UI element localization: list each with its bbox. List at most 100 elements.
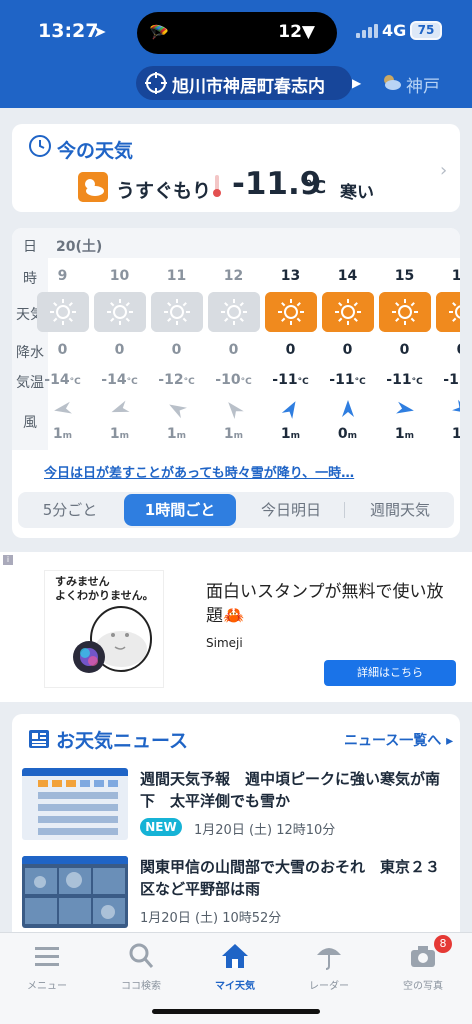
current-weather-title: 今の天気	[57, 140, 134, 162]
hour-column[interactable]: 10 0 -14°C 1m	[91, 228, 148, 450]
wind-direction-icon	[342, 400, 354, 417]
temperature-value: -11	[329, 372, 355, 388]
location-selector[interactable]: 旭川市神居町春志内	[136, 66, 352, 100]
hour-column[interactable]: 9 0 -14°C 1m	[34, 228, 91, 450]
hour-column[interactable]: 13 0 -11°C 1m	[262, 228, 319, 450]
hour-column[interactable]: 16 0 -12°C 1m	[433, 228, 460, 450]
hour-column[interactable]: 15 0 -11°C 1m	[376, 228, 433, 450]
ad-details-button[interactable]: 詳細はこちら	[324, 660, 456, 686]
wind-direction-icon	[281, 401, 296, 419]
wind-speed-unit: m	[290, 431, 301, 441]
hour-column[interactable]: 14 0 -11°C 0m	[319, 228, 376, 450]
news-section-title: お天気ニュース	[56, 730, 189, 752]
ad-brand: Simeji	[206, 636, 243, 650]
wind-speed-value: 1	[223, 426, 234, 442]
temperature-value: -11	[386, 372, 412, 388]
forecast-interval-tabs: 5分ごと 1時間ごと 今日明日 週間天気	[18, 492, 454, 528]
precipitation-value: 0	[57, 342, 68, 358]
wind-speed-unit: m	[233, 431, 244, 441]
news-date: 1月20日 (土) 10時52分	[140, 911, 282, 926]
thermometer-icon	[213, 175, 221, 197]
wind-speed-value: 0	[337, 426, 348, 442]
sun-icon	[265, 292, 317, 332]
hour-column[interactable]: 11 0 -12°C 1m	[148, 228, 205, 450]
camera-icon	[411, 946, 435, 967]
current-location-icon	[145, 72, 167, 94]
sun-icon	[208, 292, 260, 332]
tab-my-weather[interactable]: マイ天気	[190, 939, 280, 992]
wind-speed-unit: m	[347, 431, 358, 441]
location-name: 旭川市神居町春志内	[172, 77, 325, 97]
hour-label: 15	[394, 268, 415, 284]
tab-label: メニュー	[27, 981, 67, 992]
wind-speed-unit: m	[119, 431, 130, 441]
temperature-cell: -11°C	[262, 372, 319, 388]
precipitation-value: 0	[433, 342, 460, 358]
ad-title[interactable]: 面白いスタンプが無料で使い放題🦀	[206, 580, 446, 628]
wind-speed-value: 1	[52, 426, 63, 442]
news-thumbnail	[22, 768, 128, 840]
temperature-unit: °C	[411, 377, 423, 387]
umbrella-icon	[317, 948, 341, 970]
tab-menu[interactable]: メニュー	[2, 939, 92, 992]
sun-cloud-icon	[384, 75, 401, 90]
forecast-summary-link[interactable]: 今日は日が差すことがあっても時々雪が降り、一時…	[44, 462, 354, 481]
news-list-link[interactable]: ニュース一覧へ ▸	[344, 730, 453, 750]
hour-column[interactable]: 12 0 -10°C 1m	[205, 228, 262, 450]
sun-icon	[94, 292, 146, 332]
wind-speed-value: 1	[166, 426, 177, 442]
wind-speed-value: 1	[109, 426, 120, 442]
wind-speed-value: 1	[280, 426, 291, 442]
news-item[interactable]: 週間天気予報 週中頃ピークに強い寒気が南下 太平洋側でも雪か NEW 1月20日…	[22, 768, 452, 848]
newspaper-icon	[29, 730, 49, 748]
temperature-unit: °C	[297, 377, 309, 387]
wind-direction-icon	[452, 399, 460, 414]
temperature-unit: °C	[183, 377, 195, 387]
wind-direction-icon	[54, 401, 72, 414]
next-location-icon[interactable]: ▶	[352, 76, 361, 90]
precipitation-value: 0	[171, 342, 182, 358]
temperature-cell: -14°C	[34, 372, 91, 388]
wind-speed-cell: 1m	[262, 426, 319, 442]
dynamic-island: 🪂 12▼	[137, 12, 337, 54]
wind-direction-icon	[228, 402, 244, 419]
current-weather-card[interactable]: 今の天気 うすぐもり -11.9 °C 寒い ›	[12, 124, 460, 212]
ad-info-icon[interactable]: i	[3, 555, 13, 565]
temperature-cell: -12°C	[148, 372, 205, 388]
precipitation-value: 0	[114, 342, 125, 358]
sun-icon	[436, 292, 460, 332]
other-location[interactable]: 神戸	[406, 72, 440, 97]
wind-direction-icon	[111, 400, 130, 413]
clock-icon	[29, 135, 51, 157]
temperature-cell: -10°C	[205, 372, 262, 388]
temperature-unit: °C	[354, 377, 366, 387]
partly-cloudy-icon	[78, 172, 108, 202]
wind-direction-icon	[169, 404, 187, 419]
precipitation-value: 0	[285, 342, 296, 358]
sun-icon	[151, 292, 203, 332]
temperature-cell: -11°C	[376, 372, 433, 388]
tab-weekly[interactable]: 週間天気	[346, 492, 454, 528]
feels-like-text: 寒い	[340, 183, 374, 203]
ad-banner[interactable]: i すみません よくわかりません。 面白いスタンプが無料で使い放題🦀 Simej…	[0, 552, 472, 702]
home-icon	[222, 944, 248, 968]
wind-speed-cell: 1m	[34, 426, 91, 442]
ad-image-quote: すみません よくわかりません。	[55, 575, 154, 602]
wind-speed-cell: 1m	[148, 426, 205, 442]
tab-radar[interactable]: レーダー	[284, 939, 374, 992]
tab-today-tomorrow[interactable]: 今日明日	[238, 492, 344, 528]
tab-sky-photos[interactable]: 8 空の写真	[378, 935, 468, 992]
chevron-right-icon: ›	[440, 160, 448, 181]
tab-hourly[interactable]: 1時間ごと	[124, 494, 236, 526]
ad-image[interactable]: すみません よくわかりません。	[44, 570, 164, 688]
tab-5min[interactable]: 5分ごと	[18, 492, 122, 528]
tab-label: レーダー	[309, 981, 349, 992]
temperature-cell: -11°C	[319, 372, 376, 388]
notification-badge: 8	[434, 935, 452, 953]
sun-icon	[37, 292, 89, 332]
tab-search[interactable]: ココ検索	[96, 939, 186, 992]
temperature-unit: °C	[240, 377, 252, 387]
news-item[interactable]: 関東甲信の山間部で大雪のおそれ 東京２３区など平野部は雨 1月20日 (土) 1…	[22, 856, 452, 936]
menu-icon	[35, 947, 59, 966]
island-count: 12▼	[278, 22, 315, 42]
